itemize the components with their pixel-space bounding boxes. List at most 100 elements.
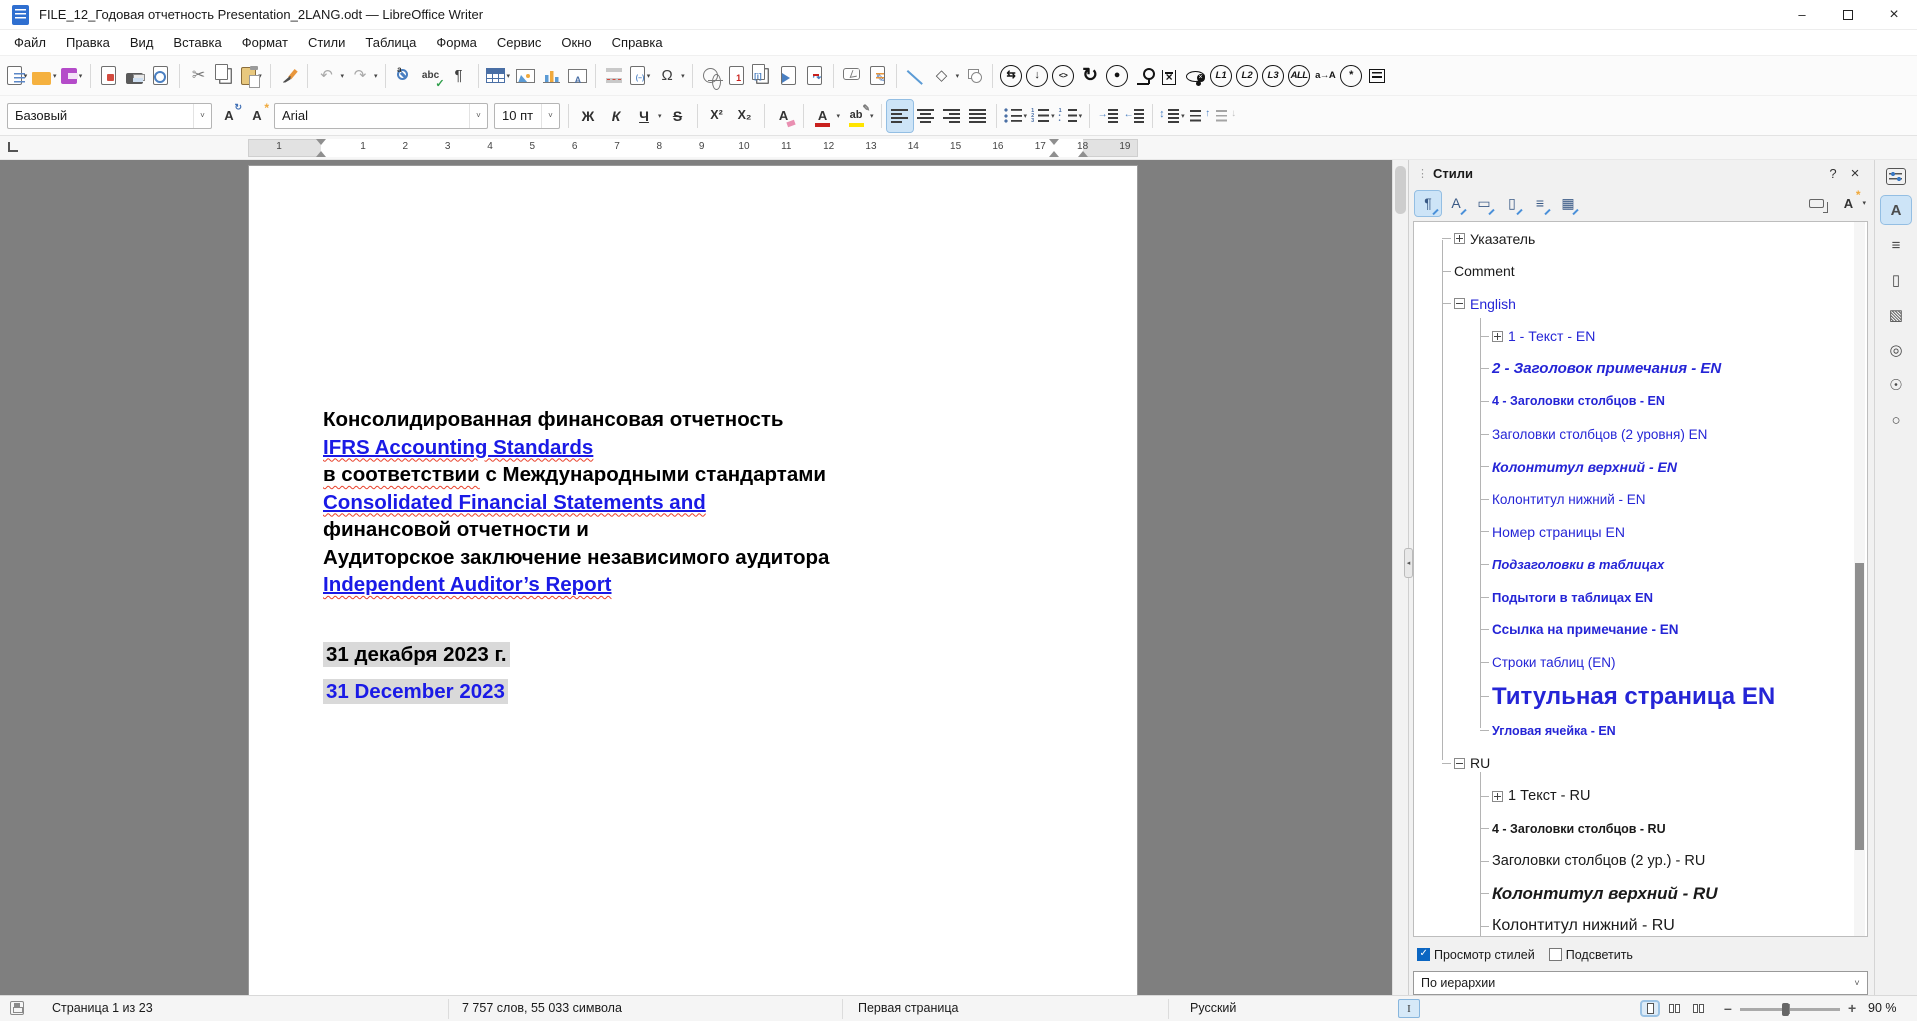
dropdown-arrow-icon[interactable]: ▾ xyxy=(507,72,511,80)
menu-Правка[interactable]: Правка xyxy=(56,32,120,53)
style-item-text-ru[interactable]: 1 Текст - RU xyxy=(1414,780,1867,813)
expand-icon[interactable] xyxy=(1492,791,1503,802)
macro-delete-button[interactable] xyxy=(1156,60,1182,92)
menu-Формат[interactable]: Формат xyxy=(232,32,298,53)
font-name-combobox[interactable]: Arial˅ xyxy=(274,103,488,129)
book-view-button[interactable] xyxy=(1690,1002,1706,1015)
highlight-checkbox[interactable] xyxy=(1549,948,1562,961)
para-space-increase-button[interactable] xyxy=(1187,100,1213,132)
document-line[interactable]: Independent Auditor’s Report xyxy=(323,571,1083,599)
dropdown-arrow-icon[interactable]: ▾ xyxy=(647,72,651,80)
horizontal-ruler[interactable]: 112345678910111213141516171819 xyxy=(0,139,1392,157)
word-count-status[interactable]: 7 757 слов, 55 033 символа xyxy=(462,1001,622,1015)
bullet-list-button[interactable]: ▾ xyxy=(1002,100,1030,132)
lang-l1-button[interactable]: L1 xyxy=(1208,60,1234,92)
style-item-col-headers2-en[interactable]: Заголовки столбцов (2 уровня) EN xyxy=(1414,418,1867,451)
style-item-english[interactable]: English xyxy=(1414,287,1867,320)
find-replace-button[interactable]: a xyxy=(391,60,417,92)
insert-image-button[interactable] xyxy=(512,60,538,92)
export-pdf-button[interactable] xyxy=(96,60,122,92)
panel-close-button[interactable]: × xyxy=(1844,164,1866,184)
tab-properties[interactable]: ≡ xyxy=(1881,231,1911,259)
styles-list-scrollbar[interactable] xyxy=(1854,222,1865,936)
dropdown-arrow-icon[interactable]: ▾ xyxy=(1079,112,1083,120)
style-item-note-heading-en[interactable]: 2 - Заголовок примечания - EN xyxy=(1414,353,1867,386)
formatting-marks-button[interactable]: ¶ xyxy=(445,60,473,92)
page-count-status[interactable]: Страница 1 из 23 xyxy=(52,1001,153,1015)
document-line[interactable]: Consolidated Financial Statements and xyxy=(323,489,1083,517)
language-status[interactable]: Русский xyxy=(1190,1001,1236,1015)
document-line[interactable]: в соответствии с Международными стандарт… xyxy=(323,461,1083,489)
menu-Файл[interactable]: Файл xyxy=(4,32,56,53)
frame-styles-button[interactable]: ▭ xyxy=(1471,191,1497,216)
document-line[interactable]: 31 декабря 2023 г. xyxy=(323,641,1083,669)
zoom-out-button[interactable]: – xyxy=(1724,1000,1732,1016)
font-size-combobox[interactable]: 10 пт˅ xyxy=(494,103,560,129)
style-item-text-en[interactable]: 1 - Текст - EN xyxy=(1414,320,1867,353)
cut-button[interactable]: ✂ xyxy=(185,60,213,92)
style-item-ukazatel[interactable]: Указатель xyxy=(1414,222,1867,255)
update-style-button[interactable]: A xyxy=(215,100,243,132)
insert-footnote-button[interactable] xyxy=(724,60,750,92)
expand-icon[interactable] xyxy=(1454,233,1465,244)
style-item-table-subheads-en[interactable]: Подзаголовки в таблицах xyxy=(1414,548,1867,581)
sidebar-settings-icon[interactable] xyxy=(1886,168,1906,185)
document-line[interactable]: 31 December 2023 xyxy=(323,678,1083,706)
maximize-button[interactable] xyxy=(1825,0,1871,29)
dropdown-arrow-icon[interactable]: ▾ xyxy=(1181,112,1185,120)
highlight-color-button[interactable]: ab▾ xyxy=(842,100,876,132)
insert-shape-button[interactable] xyxy=(961,60,987,92)
align-center-button[interactable] xyxy=(913,100,939,132)
menu-Сервис[interactable]: Сервис xyxy=(487,32,552,53)
dropdown-arrow-icon[interactable]: ▾ xyxy=(1862,199,1866,207)
insert-cross-reference-button[interactable] xyxy=(802,60,828,92)
align-left-button[interactable] xyxy=(887,100,913,132)
new-document-button[interactable]: ▾ xyxy=(4,60,30,92)
underline-button[interactable]: Ч▾ xyxy=(630,100,664,132)
para-space-decrease-button[interactable] xyxy=(1213,100,1239,132)
zoom-in-button[interactable]: + xyxy=(1848,1000,1856,1016)
chevron-down-icon[interactable]: ˅ xyxy=(193,104,211,128)
insert-line-button[interactable] xyxy=(902,60,928,92)
tab-style-inspector[interactable]: ☉ xyxy=(1881,371,1911,399)
menu-Форма[interactable]: Форма xyxy=(426,32,487,53)
save-button[interactable]: ▾ xyxy=(59,60,85,92)
document-page[interactable]: Консолидированная финансовая отчетностьI… xyxy=(248,165,1138,995)
align-justify-button[interactable] xyxy=(965,100,991,132)
insert-field-button[interactable]: ▾ xyxy=(627,60,653,92)
close-button[interactable]: × xyxy=(1871,0,1917,29)
document-text-block[interactable]: Консолидированная финансовая отчетностьI… xyxy=(323,406,1083,706)
panel-help-button[interactable]: ? xyxy=(1822,164,1844,184)
style-item-header-top-ru[interactable]: Колонтитул верхний - RU xyxy=(1414,877,1867,910)
expand-icon[interactable] xyxy=(1492,331,1503,342)
undo-button[interactable]: ↶▾ xyxy=(313,60,347,92)
insert-endnote-button[interactable] xyxy=(750,60,776,92)
style-item-page-number-en[interactable]: Номер страницы EN xyxy=(1414,516,1867,549)
redo-button[interactable]: ↷▾ xyxy=(346,60,380,92)
dropdown-arrow-icon[interactable]: ▾ xyxy=(79,72,83,80)
styles-filter-select[interactable]: По иерархии ˅ xyxy=(1413,971,1868,995)
menu-Вид[interactable]: Вид xyxy=(120,32,164,53)
font-color-button[interactable]: A▾ xyxy=(809,100,843,132)
dropdown-arrow-icon[interactable]: ▾ xyxy=(341,72,345,80)
insert-page-break-button[interactable] xyxy=(601,60,627,92)
minimize-button[interactable]: – xyxy=(1779,0,1825,29)
zoom-slider[interactable] xyxy=(1740,1008,1840,1011)
menu-Справка[interactable]: Справка xyxy=(602,32,673,53)
menu-Таблица[interactable]: Таблица xyxy=(355,32,426,53)
align-right-button[interactable] xyxy=(939,100,965,132)
style-item-comment[interactable]: Comment xyxy=(1414,255,1867,288)
increase-indent-button[interactable] xyxy=(1095,100,1121,132)
styles-list-scrollbar-thumb[interactable] xyxy=(1855,563,1864,850)
tab-page[interactable]: ▯ xyxy=(1881,266,1911,294)
table-styles-button[interactable]: ▦ xyxy=(1555,191,1581,216)
style-item-corner-cell-en[interactable]: Угловая ячейка - EN xyxy=(1414,715,1867,748)
insert-bookmark-button[interactable] xyxy=(776,60,802,92)
paragraph-style-combobox[interactable]: Базовый˅ xyxy=(7,103,212,129)
dropdown-arrow-icon[interactable]: ▾ xyxy=(870,112,874,120)
multi-page-view-button[interactable] xyxy=(1666,1002,1682,1015)
zoom-level[interactable]: 90 % xyxy=(1868,1001,1897,1015)
style-item-col-headers2-ru[interactable]: Заголовки столбцов (2 ур.) - RU xyxy=(1414,845,1867,878)
copy-button[interactable] xyxy=(213,60,239,92)
lang-l2-button[interactable]: L2 xyxy=(1234,60,1260,92)
